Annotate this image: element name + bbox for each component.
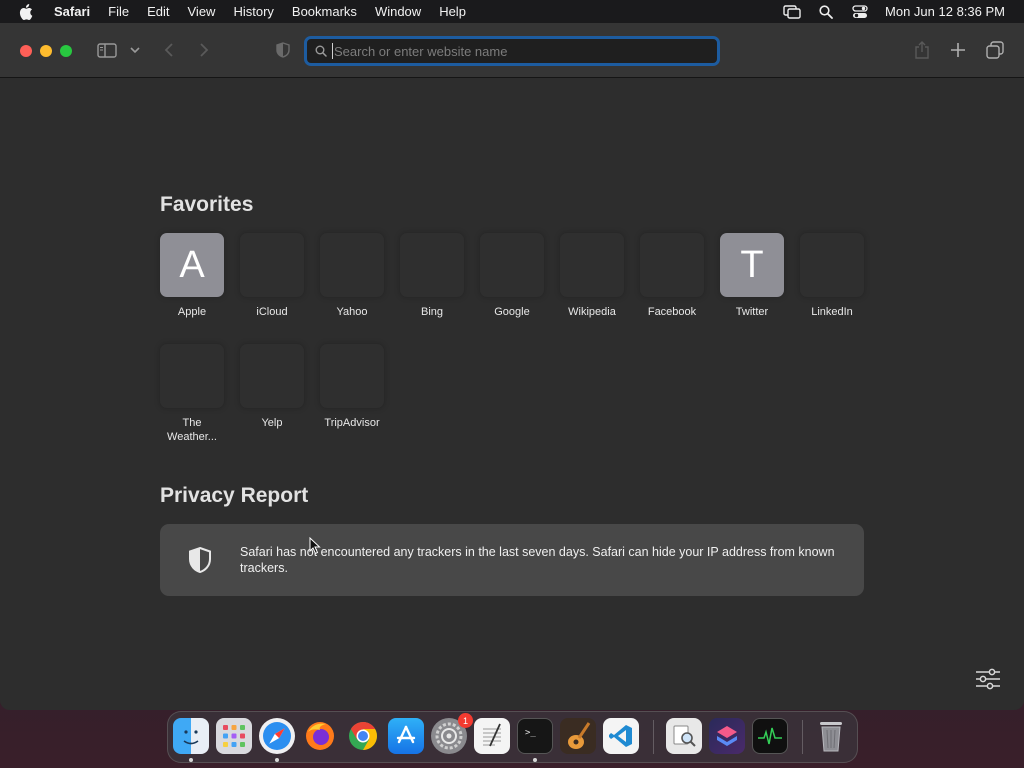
favorite-tile: [160, 344, 224, 408]
favorite-tile: [480, 233, 544, 297]
favorite-bing[interactable]: Bing: [392, 233, 472, 319]
app-store-icon[interactable]: [388, 718, 424, 754]
sidebar-toggle-icon[interactable]: [96, 40, 118, 60]
textedit-icon[interactable]: [474, 718, 510, 754]
menu-history[interactable]: History: [224, 0, 282, 23]
terminal-running-indicator: [533, 758, 537, 762]
menu-bar-clock[interactable]: Mon Jun 12 8:36 PM: [877, 4, 1024, 19]
forward-button[interactable]: [195, 41, 213, 59]
garageband-icon[interactable]: [560, 718, 596, 754]
favorite-label: LinkedIn: [811, 306, 853, 318]
favorite-tile: T: [720, 233, 784, 297]
chrome-icon[interactable]: [345, 718, 381, 754]
tab-overview-icon[interactable]: [985, 40, 1005, 60]
favorite-tile: [400, 233, 464, 297]
favorite-wikipedia[interactable]: Wikipedia: [552, 233, 632, 319]
favorite-yelp[interactable]: Yelp: [232, 344, 312, 430]
minimize-window-button[interactable]: [40, 45, 52, 57]
favorite-tripadvisor[interactable]: TripAdvisor: [312, 344, 392, 430]
menu-window[interactable]: Window: [366, 0, 430, 23]
favorite-label: Google: [494, 306, 530, 318]
favorite-label: TripAdvisor: [324, 417, 380, 429]
menu-edit[interactable]: Edit: [138, 0, 178, 23]
favorite-tile: [240, 233, 304, 297]
menu-file[interactable]: File: [99, 0, 138, 23]
privacy-shield-icon[interactable]: [274, 41, 292, 59]
favorite-label: Facebook: [647, 306, 697, 318]
dock-separator: [653, 720, 654, 754]
favorite-google[interactable]: Google: [472, 233, 552, 319]
favorites-heading: Favorites: [160, 193, 254, 216]
spotlight-search-icon[interactable]: [809, 0, 843, 23]
safari-running-indicator: [275, 758, 279, 762]
favorite-label: Yelp: [261, 417, 283, 429]
preview-icon[interactable]: [666, 718, 702, 754]
favorite-label: The Weather...: [167, 417, 217, 443]
privacy-report-card[interactable]: Safari has not encountered any trackers …: [160, 524, 864, 596]
favorite-label: Twitter: [735, 306, 769, 318]
control-center-icon[interactable]: [843, 0, 877, 23]
shortcuts-icon[interactable]: [709, 718, 745, 754]
favorite-tile: [640, 233, 704, 297]
notification-badge: 1: [458, 713, 473, 728]
favorite-apple[interactable]: A Apple: [152, 233, 232, 319]
favorite-label: iCloud: [256, 306, 288, 318]
favorite-tile: [800, 233, 864, 297]
firefox-icon[interactable]: [302, 718, 338, 754]
activity-monitor-icon[interactable]: [752, 718, 788, 754]
safari-icon[interactable]: [259, 718, 295, 754]
menu-app-safari[interactable]: Safari: [52, 0, 99, 23]
menu-help[interactable]: Help: [430, 0, 475, 23]
trash-icon[interactable]: [813, 718, 849, 754]
finder-running-indicator: [189, 758, 193, 762]
new-tab-icon[interactable]: [948, 40, 968, 60]
svg-text:>_: >_: [525, 728, 536, 738]
favorite-twitter[interactable]: T Twitter: [712, 233, 792, 319]
favorite-icloud[interactable]: iCloud: [232, 233, 312, 319]
favorite-label: Apple: [177, 306, 207, 318]
favorite-label: Bing: [420, 306, 444, 318]
dock-separator: [802, 720, 803, 754]
url-input[interactable]: [332, 43, 702, 59]
finder-icon[interactable]: [173, 718, 209, 754]
favorite-label: Yahoo: [336, 306, 368, 318]
privacy-report-heading: Privacy Report: [160, 484, 309, 507]
safari-window: Favorites A Apple iCloud Yahoo Bing Goog…: [0, 23, 1024, 710]
menu-view[interactable]: View: [179, 0, 225, 23]
favorite-facebook[interactable]: Facebook: [632, 233, 712, 319]
terminal-icon[interactable]: >_: [517, 718, 553, 754]
vscode-icon[interactable]: [603, 718, 639, 754]
privacy-report-message: Safari has not encountered any trackers …: [240, 545, 835, 575]
screen-mirroring-icon[interactable]: [775, 0, 809, 23]
dock: 1 >_: [167, 711, 858, 763]
back-button[interactable]: [160, 41, 178, 59]
favorite-tile: [320, 344, 384, 408]
launchpad-icon[interactable]: [216, 718, 252, 754]
close-window-button[interactable]: [20, 45, 32, 57]
zoom-window-button[interactable]: [60, 45, 72, 57]
toolbar: [0, 23, 1024, 78]
chevron-down-icon[interactable]: [128, 43, 142, 57]
search-icon: [310, 45, 332, 57]
favorite-label: Wikipedia: [568, 306, 616, 318]
share-icon[interactable]: [912, 40, 932, 60]
favorite-tile: [320, 233, 384, 297]
favorite-the-weather-channel[interactable]: The Weather...: [152, 344, 232, 444]
menu-bar: Safari File Edit View History Bookmarks …: [0, 0, 1024, 23]
menu-bookmarks[interactable]: Bookmarks: [283, 0, 366, 23]
favorite-tile: [560, 233, 624, 297]
url-search-bar[interactable]: [304, 36, 720, 66]
favorite-tile: A: [160, 233, 224, 297]
favorite-tile: [240, 344, 304, 408]
settings-icon[interactable]: 1: [431, 713, 473, 754]
shield-icon: [160, 546, 240, 574]
start-page: Favorites A Apple iCloud Yahoo Bing Goog…: [0, 79, 1024, 710]
customize-start-page-icon[interactable]: [974, 665, 1002, 693]
apple-menu-icon[interactable]: [0, 3, 52, 20]
mouse-pointer-icon: [309, 536, 321, 560]
favorite-yahoo[interactable]: Yahoo: [312, 233, 392, 319]
favorite-linkedin[interactable]: LinkedIn: [792, 233, 872, 319]
